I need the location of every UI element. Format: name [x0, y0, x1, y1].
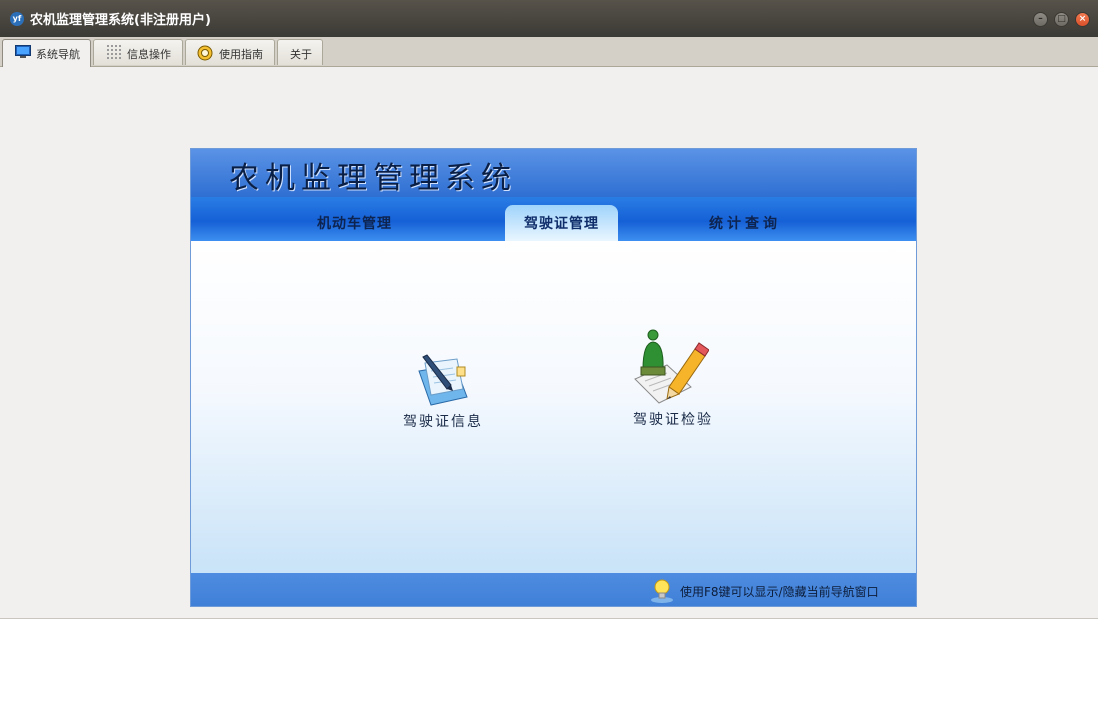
tab-label: 关于	[290, 48, 312, 61]
main-tab-bar: 系统导航 信息操作 使用指南 关于	[0, 37, 1098, 67]
function-area: 驾驶证信息 驾驶证检验	[191, 241, 916, 573]
license-inspection-item[interactable]: 驾驶证检验	[621, 329, 725, 429]
nav-vehicle-management[interactable]: 机动车管理	[317, 213, 392, 233]
function-label: 驾驶证检验	[633, 412, 713, 428]
lightbulb-icon	[651, 579, 673, 603]
tab-label: 信息操作	[127, 48, 171, 61]
close-icon: ×	[1078, 14, 1087, 24]
minimize-button[interactable]: –	[1033, 12, 1048, 27]
navigation-panel: 农机监理管理系统 机动车管理 驾驶证管理 统计查询 驾驶证信息 驾驶证检验 使用…	[190, 148, 917, 607]
tab-system-navigation[interactable]: 系统导航	[2, 39, 91, 67]
tab-info-operation[interactable]: 信息操作	[93, 39, 183, 65]
tab-about[interactable]: 关于	[277, 39, 323, 65]
maximize-icon: □	[1057, 14, 1066, 24]
function-label: 驾驶证信息	[403, 414, 483, 430]
nav-statistics-query[interactable]: 统计查询	[709, 213, 781, 233]
system-title: 农机监理管理系统	[229, 161, 517, 196]
user-checklist-icon	[634, 329, 709, 404]
tab-user-guide[interactable]: 使用指南	[185, 39, 275, 65]
document-pen-icon	[418, 354, 468, 406]
lifebuoy-icon	[197, 45, 213, 61]
app-window: yf 农机监理管理系统(非注册用户) – □ × 系统导航 信息操作 使用指南 …	[0, 0, 1098, 619]
grid-icon	[107, 45, 121, 59]
module-nav-bar: 机动车管理 驾驶证管理 统计查询	[191, 197, 916, 241]
monitor-icon	[15, 45, 31, 58]
app-logo-icon: yf	[10, 12, 24, 26]
close-button[interactable]: ×	[1075, 12, 1090, 27]
system-banner: 农机监理管理系统	[191, 149, 916, 197]
nav-label: 驾驶证管理	[524, 216, 599, 232]
window-title: 农机监理管理系统(非注册用户)	[30, 13, 211, 28]
tab-label: 使用指南	[219, 48, 263, 61]
minimize-icon: –	[1038, 14, 1043, 24]
nav-license-management[interactable]: 驾驶证管理	[505, 205, 618, 241]
title-bar[interactable]: yf 农机监理管理系统(非注册用户) – □ ×	[0, 0, 1098, 37]
panel-footer: 使用F8键可以显示/隐藏当前导航窗口	[191, 573, 916, 606]
maximize-button[interactable]: □	[1054, 12, 1069, 27]
footer-tip: 使用F8键可以显示/隐藏当前导航窗口	[680, 585, 879, 599]
tab-label: 系统导航	[36, 48, 80, 61]
license-info-item[interactable]: 驾驶证信息	[393, 353, 493, 431]
